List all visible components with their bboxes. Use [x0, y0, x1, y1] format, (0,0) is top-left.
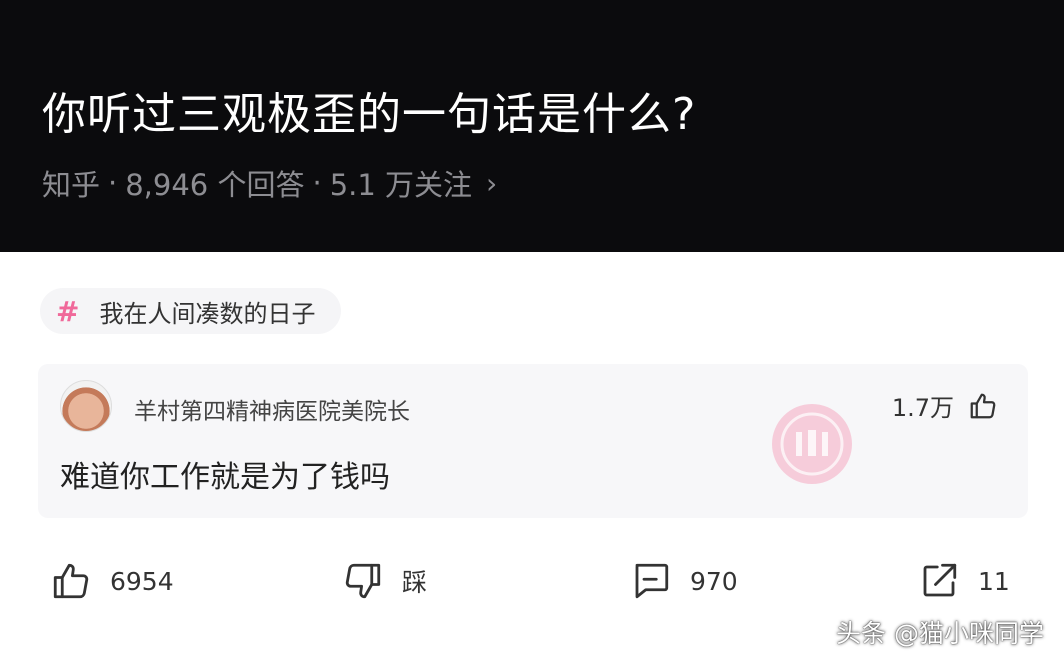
- share-button[interactable]: 11: [918, 560, 1010, 602]
- answer-action-bar: 6954 踩 970 11: [0, 560, 1064, 610]
- comment-like-button[interactable]: 1.7万: [892, 388, 998, 423]
- source-label: 知乎: [42, 168, 101, 202]
- thumbs-up-icon: [970, 393, 996, 418]
- like-count: 6954: [110, 566, 174, 596]
- share-icon: [923, 563, 957, 597]
- thumbs-down-icon: [345, 563, 381, 599]
- comment-text: 难道你工作就是为了钱吗: [60, 460, 390, 495]
- comment-count: 970: [690, 566, 738, 596]
- dislike-button[interactable]: 踩: [342, 560, 427, 602]
- chevron-right-icon[interactable]: ›: [486, 167, 497, 200]
- comment-card: 羊村第四精神病医院美院长 1.7万 难道你工作就是为了钱吗: [38, 364, 1028, 518]
- follow-count: 5.1 万关注: [329, 168, 473, 202]
- topic-label: 我在人间凑数的日子: [99, 299, 316, 328]
- topic-tag[interactable]: # 我在人间凑数的日子: [40, 288, 342, 334]
- source-watermark: 头条 @猫小咪同学: [836, 619, 1044, 648]
- dislike-label: 踩: [402, 568, 428, 597]
- thumbs-up-icon: [53, 563, 89, 599]
- avatar[interactable]: [60, 380, 112, 432]
- comment-like-count: 1.7万: [891, 394, 954, 422]
- like-button[interactable]: 6954: [50, 560, 174, 602]
- comment-author[interactable]: 羊村第四精神病医院美院长: [134, 392, 410, 426]
- meta-separator: ·: [312, 166, 322, 200]
- question-meta[interactable]: 知乎 · 8,946 个回答 · 5.1 万关注 ›: [42, 162, 497, 204]
- question-title: 你听过三观极歪的一句话是什么?: [42, 89, 697, 140]
- share-count: 11: [978, 566, 1010, 596]
- question-header: 你听过三观极歪的一句话是什么? 知乎 · 8,946 个回答 · 5.1 万关注…: [0, 0, 1064, 252]
- answer-count: 8,946 个回答: [125, 168, 305, 202]
- comment-button[interactable]: 970: [630, 560, 738, 602]
- sticker-stamp-icon: [772, 404, 852, 484]
- hashtag-icon: #: [56, 294, 80, 328]
- meta-separator: ·: [108, 166, 118, 200]
- comment-icon: [635, 563, 669, 599]
